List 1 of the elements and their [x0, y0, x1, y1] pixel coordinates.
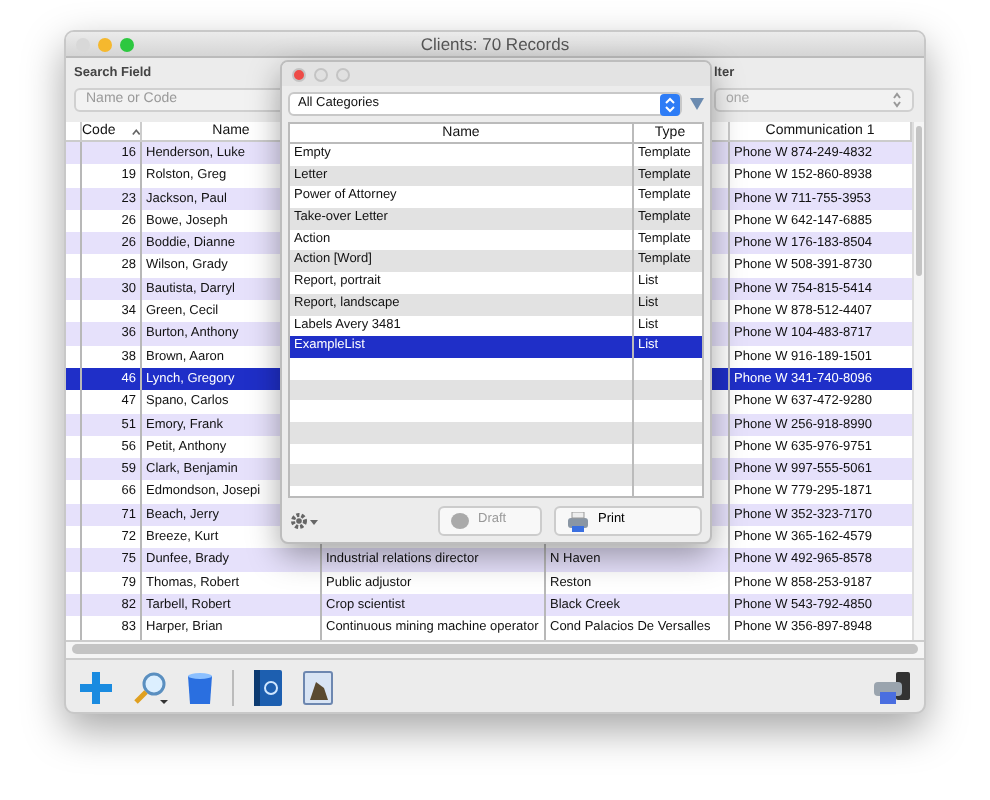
- window-title: Clients: 70 Records: [420, 32, 570, 57]
